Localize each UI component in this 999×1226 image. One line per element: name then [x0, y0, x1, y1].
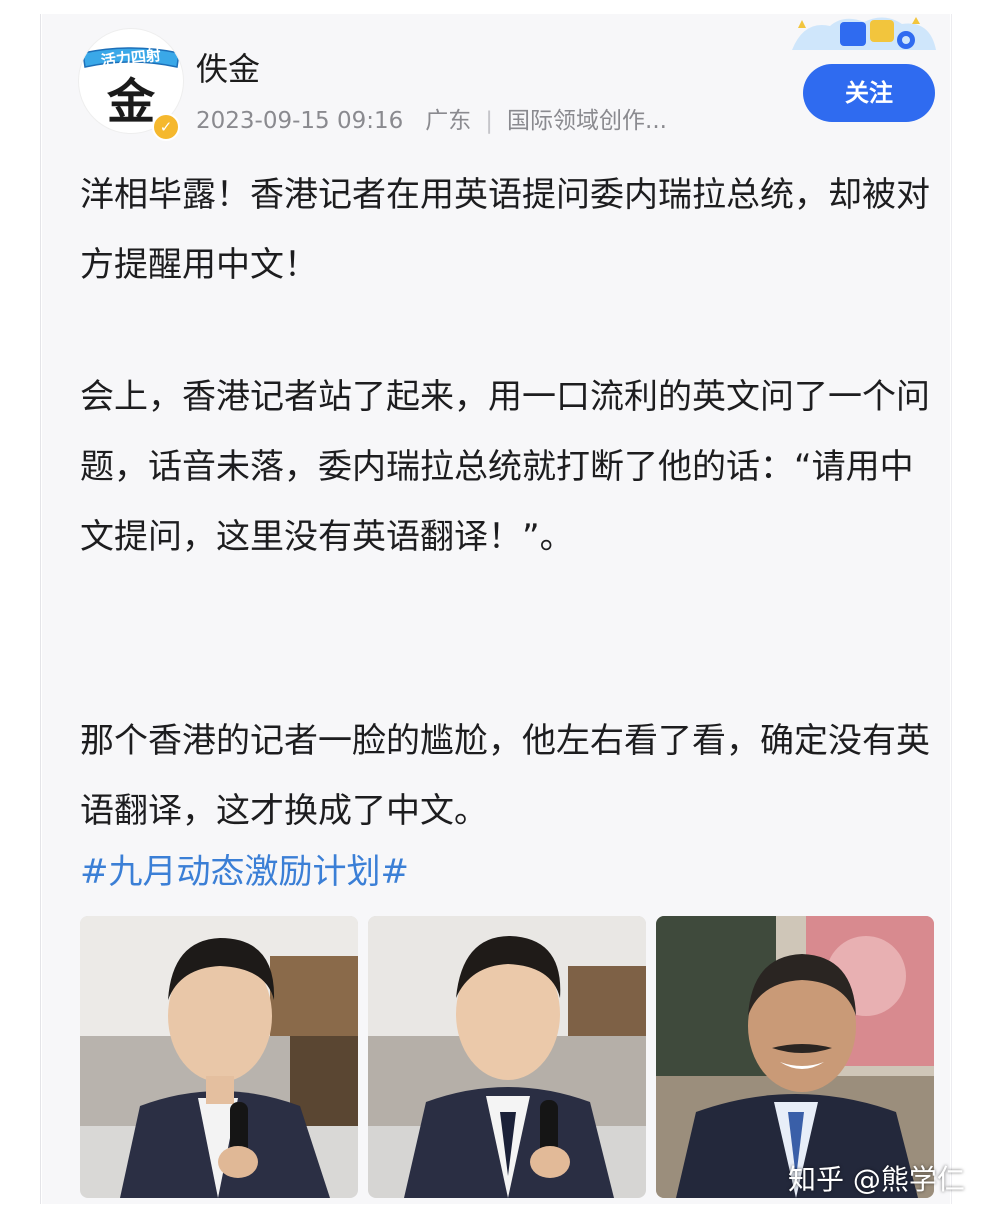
card-left-edge	[40, 14, 41, 1204]
author-name[interactable]: 佚金	[196, 48, 260, 90]
reporter-photo-1[interactable]	[80, 916, 358, 1198]
zhihu-watermark: 知乎 @熊学仁	[788, 1163, 965, 1196]
card-right-edge	[951, 14, 952, 1204]
topic-tag-link[interactable]: #九月动态激励计划#	[80, 840, 409, 904]
post-paragraph-3: 那个香港的记者一脸的尴尬，他左右看了看，确定没有英语翻译，这才换成了中文。	[80, 721, 930, 831]
meta-separator: |	[485, 108, 494, 134]
follow-button[interactable]: 关注	[803, 64, 935, 122]
post-meta: 2023-09-15 09:16 广东 | 国际领域创作...	[196, 104, 667, 138]
author-tag[interactable]: 国际领域创作...	[507, 104, 667, 138]
post-datetime: 2023-09-15 09:16	[196, 108, 404, 134]
president-photo[interactable]	[656, 916, 934, 1198]
post-location: 广东	[425, 108, 472, 134]
post-paragraph-2: 会上，香港记者站了起来，用一口流利的英文问了一个问题，话音未落，委内瑞拉总统就打…	[80, 377, 930, 557]
reporter-photo-2[interactable]	[368, 916, 646, 1198]
avatar-banner: 活力四射	[79, 45, 183, 71]
activity-badge-icon	[784, 10, 944, 68]
verified-icon: ✓	[152, 113, 180, 141]
post-paragraph-1: 洋相毕露！香港记者在用英语提问委内瑞拉总统，却被对方提醒用中文！	[80, 175, 930, 285]
